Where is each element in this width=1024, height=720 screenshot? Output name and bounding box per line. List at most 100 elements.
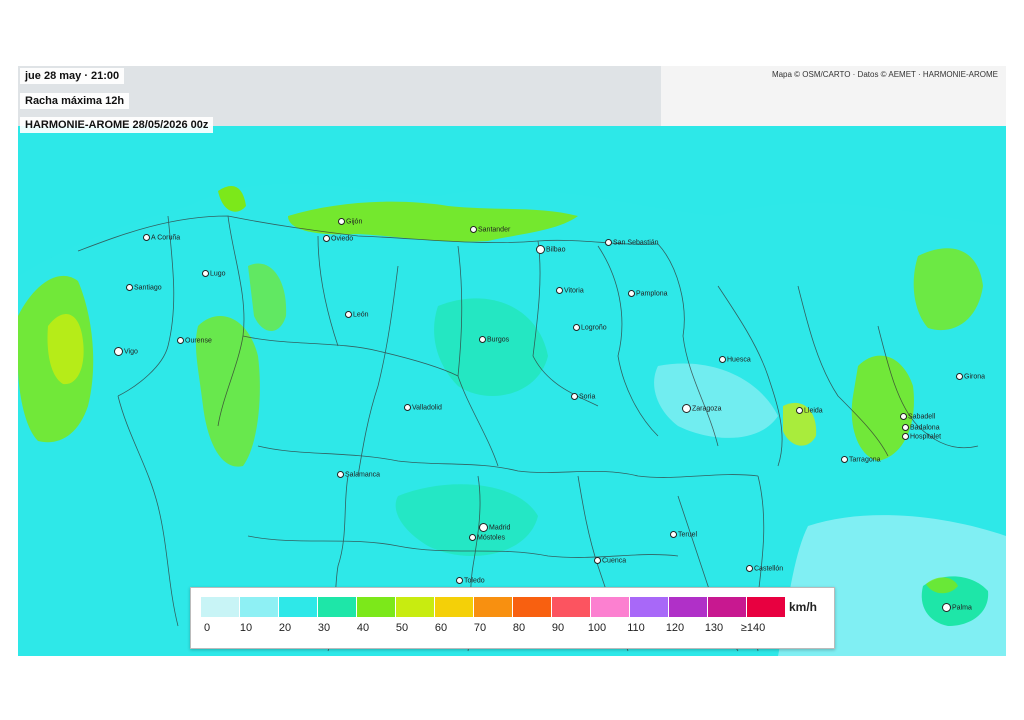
legend-swatch — [591, 597, 630, 617]
city-marker[interactable]: Vitoria — [556, 287, 584, 295]
legend-color-bar — [201, 597, 786, 617]
legend-label: 120 — [665, 622, 685, 634]
wind-gust-map[interactable]: Mapa © OSM/CARTO · Datos © AEMET · HARMO… — [18, 66, 1006, 656]
legend-label: 30 — [317, 622, 331, 634]
city-marker[interactable]: Santiago — [126, 284, 162, 292]
city-dot-icon — [902, 433, 909, 440]
forecast-datetime: jue 28 may · 21:00 — [20, 68, 125, 84]
city-label: Valladolid — [412, 404, 442, 412]
city-dot-icon — [479, 523, 488, 532]
city-dot-icon — [841, 456, 848, 463]
city-marker[interactable]: Zaragoza — [682, 404, 722, 413]
city-marker[interactable]: Gijón — [338, 218, 362, 226]
city-label: Tarragona — [849, 456, 881, 464]
city-dot-icon — [143, 234, 150, 241]
city-marker[interactable]: Tarragona — [841, 456, 881, 464]
city-marker[interactable]: Vigo — [114, 347, 138, 356]
city-marker[interactable]: Bilbao — [536, 245, 565, 254]
legend-unit: km/h — [789, 600, 818, 614]
city-label: Sabadell — [908, 413, 936, 421]
city-dot-icon — [337, 471, 344, 478]
city-dot-icon — [479, 336, 486, 343]
city-marker[interactable]: Salamanca — [337, 471, 380, 479]
legend-swatch — [279, 597, 318, 617]
city-label: Lugo — [210, 270, 226, 278]
city-dot-icon — [202, 270, 209, 277]
legend-swatch — [318, 597, 357, 617]
city-dot-icon — [456, 577, 463, 584]
city-marker[interactable]: Toledo — [456, 577, 485, 585]
city-marker[interactable]: Santander — [470, 226, 510, 234]
city-marker[interactable]: Pamplona — [628, 290, 668, 298]
legend-swatch — [630, 597, 669, 617]
city-marker[interactable]: Oviedo — [323, 235, 353, 243]
city-dot-icon — [670, 531, 677, 538]
city-marker[interactable]: Badalona — [902, 424, 940, 432]
city-label: Huesca — [727, 356, 751, 364]
city-label: Teruel — [678, 531, 698, 539]
city-marker[interactable]: Lugo — [202, 270, 226, 278]
city-dot-icon — [605, 239, 612, 246]
city-marker[interactable]: Girona — [956, 373, 985, 381]
city-label: Madrid — [489, 524, 511, 532]
city-marker[interactable]: León — [345, 311, 369, 319]
city-dot-icon — [900, 413, 907, 420]
legend-swatch — [357, 597, 396, 617]
color-legend: 0 10 20 30 40 50 60 70 80 90 100 110 120 130 ≥140 km/h — [190, 587, 835, 649]
city-marker[interactable]: Burgos — [479, 336, 509, 344]
city-label: Móstoles — [477, 534, 506, 542]
city-label: Zaragoza — [692, 405, 722, 413]
city-label: Santiago — [134, 284, 162, 292]
city-label: Burgos — [487, 336, 510, 344]
city-marker[interactable]: Lleida — [796, 407, 823, 415]
legend-label: 10 — [239, 622, 253, 634]
map-canvas — [18, 66, 1006, 656]
city-label: Salamanca — [345, 471, 381, 479]
city-dot-icon — [323, 235, 330, 242]
city-dot-icon — [942, 603, 951, 612]
city-label: Badalona — [910, 424, 940, 432]
city-marker[interactable]: Valladolid — [404, 404, 442, 412]
city-marker[interactable]: Soria — [571, 393, 595, 401]
city-dot-icon — [556, 287, 563, 294]
city-marker[interactable]: Teruel — [670, 531, 697, 539]
city-marker[interactable]: A Coruña — [143, 234, 180, 242]
legend-label: 110 — [627, 622, 645, 634]
city-label: Vitoria — [564, 287, 584, 295]
city-marker[interactable]: Huesca — [719, 356, 751, 364]
city-label: Logroño — [581, 324, 607, 332]
city-marker[interactable]: Cuenca — [594, 557, 626, 565]
legend-swatch — [708, 597, 747, 617]
city-marker[interactable]: Ourense — [177, 337, 212, 345]
city-dot-icon — [628, 290, 635, 297]
city-marker[interactable]: Palma — [942, 603, 972, 612]
city-dot-icon — [177, 337, 184, 344]
city-marker[interactable]: San Sebastián — [605, 239, 659, 247]
city-dot-icon — [404, 404, 411, 411]
legend-swatch — [552, 597, 591, 617]
city-dot-icon — [338, 218, 345, 225]
legend-label: 80 — [512, 622, 526, 634]
city-label: Gijón — [346, 218, 363, 226]
city-dot-icon — [114, 347, 123, 356]
city-marker[interactable]: Madrid — [479, 523, 510, 532]
city-marker[interactable]: Hospitalet — [902, 433, 941, 441]
city-label: A Coruña — [151, 234, 181, 242]
city-label: Cuenca — [602, 557, 627, 565]
city-label: Ourense — [185, 337, 212, 345]
legend-label: 60 — [434, 622, 448, 634]
legend-swatch — [240, 597, 279, 617]
city-label: San Sebastián — [613, 239, 659, 247]
city-dot-icon — [594, 557, 601, 564]
city-marker[interactable]: Castellón — [746, 565, 783, 573]
legend-label: 0 — [203, 622, 211, 634]
city-dot-icon — [902, 424, 909, 431]
city-marker[interactable]: Sabadell — [900, 413, 935, 421]
legend-swatch — [669, 597, 708, 617]
legend-swatch — [513, 597, 552, 617]
legend-label: 70 — [473, 622, 487, 634]
city-marker[interactable]: Móstoles — [469, 534, 505, 542]
city-dot-icon — [469, 534, 476, 541]
legend-swatch — [435, 597, 474, 617]
city-marker[interactable]: Logroño — [573, 324, 607, 332]
